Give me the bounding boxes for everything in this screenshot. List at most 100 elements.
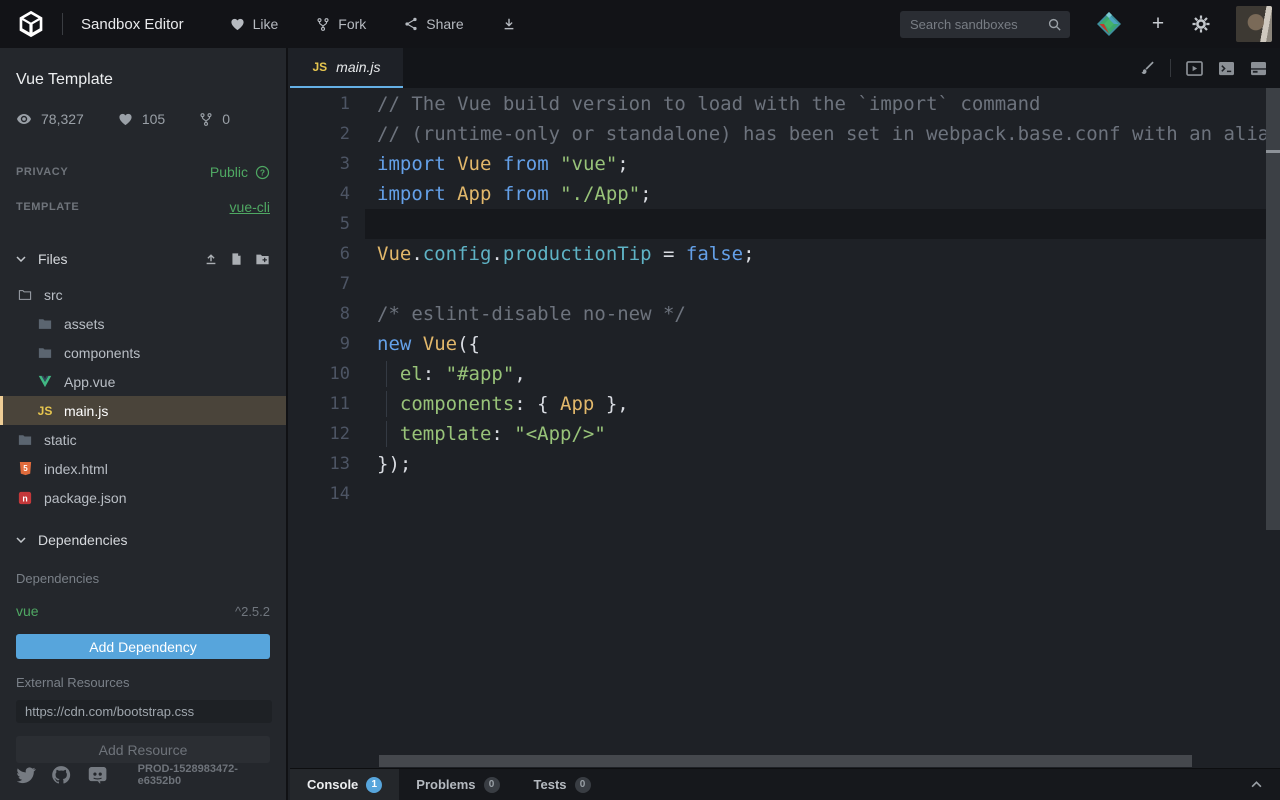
js-file-icon: JS bbox=[38, 404, 53, 418]
chevron-down-icon[interactable] bbox=[16, 256, 26, 262]
download-icon bbox=[502, 17, 516, 31]
line-content: template: "<App/>" bbox=[350, 419, 606, 449]
file-name: index.html bbox=[44, 461, 108, 477]
folder-icon bbox=[37, 346, 53, 360]
share-label: Share bbox=[426, 16, 463, 32]
tab-main-js[interactable]: JS main.js bbox=[290, 48, 403, 88]
likes-heart-icon bbox=[118, 112, 133, 127]
share-button[interactable]: Share bbox=[404, 16, 463, 32]
code-line-8[interactable]: 8/* eslint-disable no-new */ bbox=[290, 299, 1280, 329]
file-name: main.js bbox=[64, 403, 108, 419]
like-label: Like bbox=[253, 16, 279, 32]
upload-files-icon[interactable] bbox=[204, 252, 218, 266]
new-file-icon[interactable] bbox=[230, 252, 243, 266]
tab-console[interactable]: Console 1 bbox=[290, 769, 399, 800]
line-content bbox=[350, 209, 377, 239]
layout-toggle-icon[interactable] bbox=[1250, 61, 1267, 76]
code-line-13[interactable]: 13}); bbox=[290, 449, 1280, 479]
prettify-brush-icon[interactable] bbox=[1139, 60, 1155, 76]
privacy-help-icon[interactable]: ? bbox=[255, 165, 270, 180]
line-content: import Vue from "vue"; bbox=[350, 149, 629, 179]
dependency-row[interactable]: vue ^2.5.2 bbox=[16, 603, 270, 619]
line-content bbox=[350, 479, 377, 509]
file-row-App-vue[interactable]: App.vue bbox=[0, 367, 286, 396]
code-line-11[interactable]: 11 components: { App }, bbox=[290, 389, 1280, 419]
external-resources-label: External Resources bbox=[16, 675, 270, 690]
dependency-name[interactable]: vue bbox=[16, 603, 39, 619]
external-resource-input[interactable] bbox=[16, 700, 272, 723]
toolbar-divider bbox=[1170, 59, 1171, 77]
code-line-4[interactable]: 4import App from "./App"; bbox=[290, 179, 1280, 209]
forks-icon bbox=[199, 112, 213, 127]
code-editor[interactable]: 1// The Vue build version to load with t… bbox=[290, 88, 1280, 768]
code-line-1[interactable]: 1// The Vue build version to load with t… bbox=[290, 89, 1280, 119]
code-line-9[interactable]: 9new Vue({ bbox=[290, 329, 1280, 359]
console-toggle-icon[interactable] bbox=[1218, 61, 1235, 76]
discord-icon[interactable] bbox=[87, 765, 108, 785]
search-icon bbox=[1047, 17, 1062, 32]
add-resource-button[interactable]: Add Resource bbox=[16, 736, 270, 763]
add-dependency-button[interactable]: Add Dependency bbox=[16, 634, 270, 659]
vue-file-icon bbox=[37, 374, 53, 389]
code-line-14[interactable]: 14 bbox=[290, 479, 1280, 509]
line-number: 2 bbox=[290, 119, 350, 149]
fork-button[interactable]: Fork bbox=[316, 16, 366, 32]
forks-count: 0 bbox=[222, 111, 230, 127]
tab-tests[interactable]: Tests 0 bbox=[517, 769, 608, 800]
file-row-index-html[interactable]: 5 index.html bbox=[0, 454, 286, 483]
svg-text:5: 5 bbox=[23, 464, 28, 473]
chevron-down-icon[interactable] bbox=[16, 537, 26, 543]
preview-toggle-icon[interactable] bbox=[1186, 61, 1203, 76]
line-content: /* eslint-disable no-new */ bbox=[350, 299, 686, 329]
file-row-main-js[interactable]: JS main.js bbox=[0, 396, 286, 425]
likes-count: 105 bbox=[142, 111, 165, 127]
line-content bbox=[350, 269, 377, 299]
twitter-icon[interactable] bbox=[16, 764, 36, 786]
horizontal-scrollbar[interactable] bbox=[379, 755, 1192, 767]
code-line-7[interactable]: 7 bbox=[290, 269, 1280, 299]
code-line-2[interactable]: 2// (runtime-only or standalone) has bee… bbox=[290, 119, 1280, 149]
folder-icon bbox=[17, 433, 33, 447]
code-line-3[interactable]: 3import Vue from "vue"; bbox=[290, 149, 1280, 179]
new-sandbox-button[interactable]: + bbox=[1148, 14, 1168, 34]
download-button[interactable] bbox=[502, 17, 516, 31]
line-content: new Vue({ bbox=[350, 329, 480, 359]
user-avatar[interactable] bbox=[1236, 6, 1272, 42]
dependencies-subheading: Dependencies bbox=[16, 571, 270, 586]
file-row-static[interactable]: static bbox=[0, 425, 286, 454]
patron-badge-icon[interactable] bbox=[1096, 11, 1122, 37]
views-eye-icon bbox=[16, 111, 32, 127]
new-folder-icon[interactable] bbox=[255, 252, 270, 266]
js-file-icon: JS bbox=[312, 60, 327, 74]
file-name: package.json bbox=[44, 490, 127, 506]
template-link[interactable]: vue-cli bbox=[230, 199, 270, 215]
github-icon[interactable] bbox=[51, 764, 71, 786]
line-number: 7 bbox=[290, 269, 350, 299]
problems-count-badge: 0 bbox=[484, 777, 500, 793]
tab-problems[interactable]: Problems 0 bbox=[399, 769, 516, 800]
settings-gear-icon[interactable] bbox=[1192, 15, 1210, 33]
nav-divider bbox=[62, 13, 63, 35]
fork-icon bbox=[316, 17, 330, 32]
expand-console-chevron-icon[interactable] bbox=[1251, 769, 1280, 800]
dependency-version: ^2.5.2 bbox=[235, 604, 270, 619]
share-icon bbox=[404, 17, 418, 31]
build-id: PROD-1528983472-e6352b0 bbox=[138, 763, 270, 787]
search-input[interactable] bbox=[900, 11, 1070, 38]
like-button[interactable]: Like bbox=[230, 16, 279, 32]
codesandbox-logo-icon[interactable] bbox=[16, 9, 46, 39]
file-row-package-json[interactable]: npackage.json bbox=[0, 483, 286, 512]
file-row-components[interactable]: components bbox=[0, 338, 286, 367]
file-row-assets[interactable]: assets bbox=[0, 309, 286, 338]
code-line-12[interactable]: 12 template: "<App/>" bbox=[290, 419, 1280, 449]
line-content: Vue.config.productionTip = false; bbox=[350, 239, 755, 269]
code-line-5[interactable]: 5 bbox=[290, 209, 1280, 239]
code-line-10[interactable]: 10 el: "#app", bbox=[290, 359, 1280, 389]
file-row-src[interactable]: src bbox=[0, 280, 286, 309]
vertical-scrollbar[interactable] bbox=[1266, 88, 1280, 530]
sandbox-stats: 78,327 105 0 bbox=[16, 111, 270, 127]
line-number: 6 bbox=[290, 239, 350, 269]
heart-icon bbox=[230, 17, 245, 32]
tests-tab-label: Tests bbox=[534, 777, 567, 792]
code-line-6[interactable]: 6Vue.config.productionTip = false; bbox=[290, 239, 1280, 269]
